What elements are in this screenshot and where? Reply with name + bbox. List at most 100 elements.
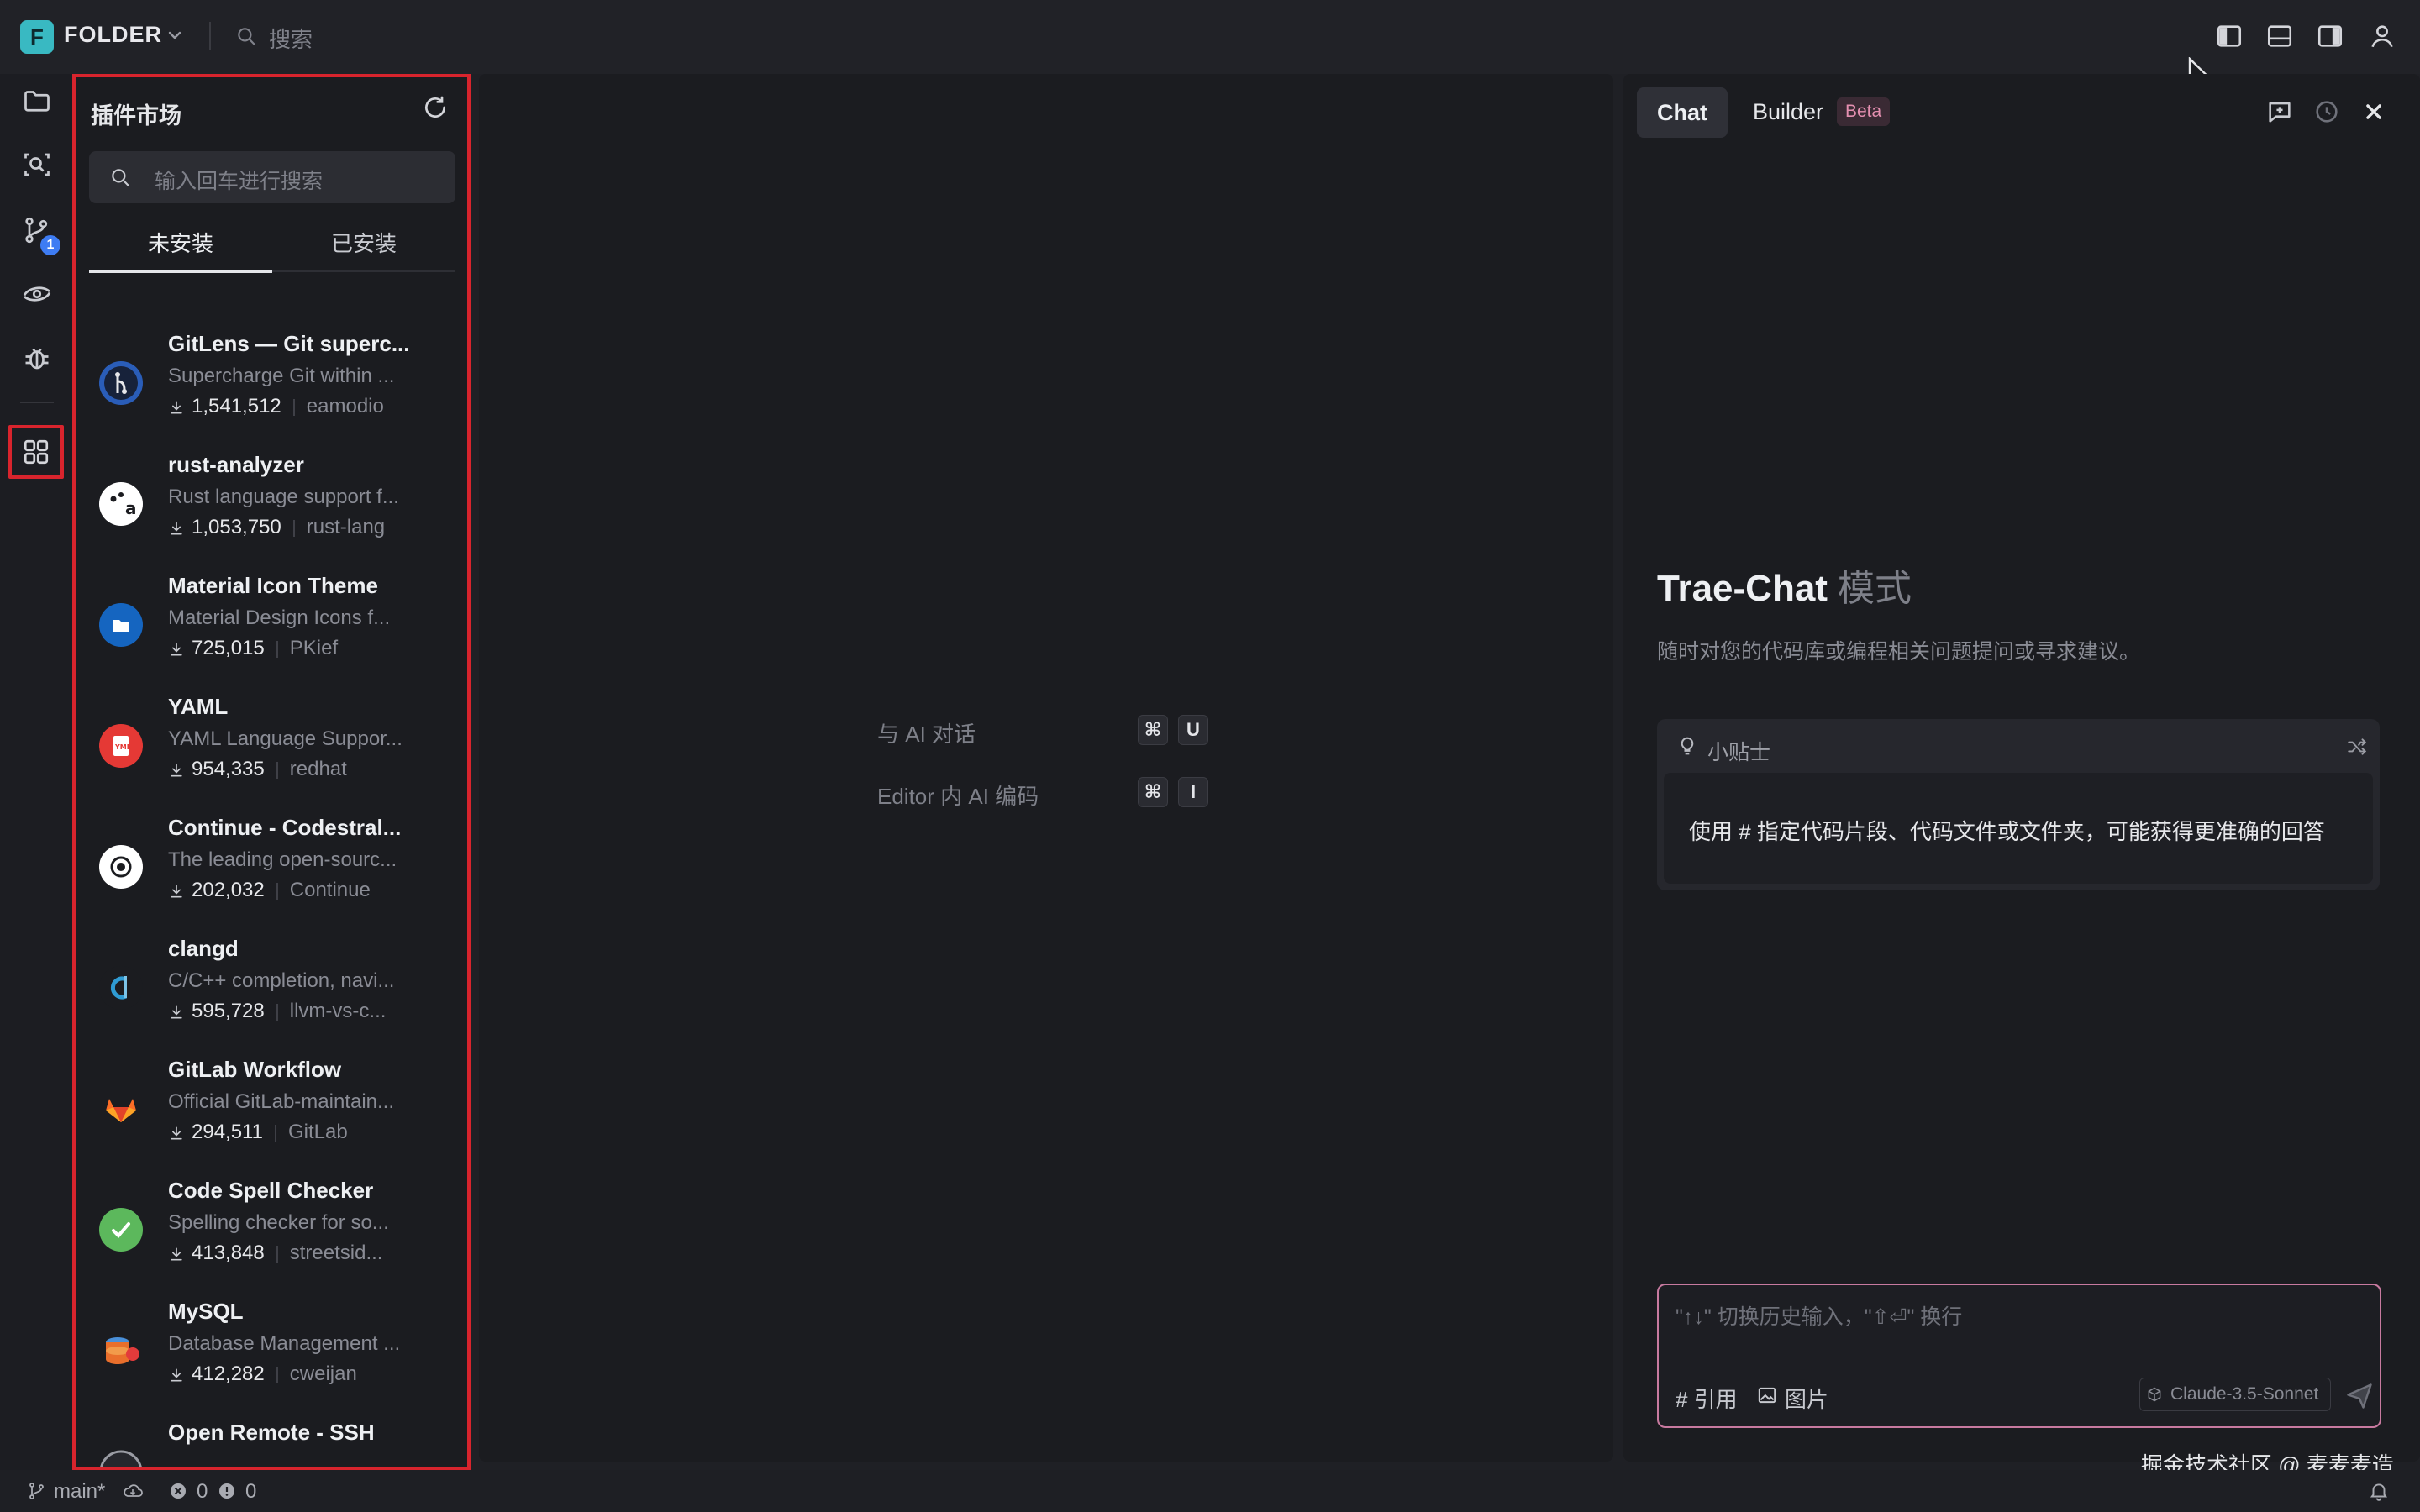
download-icon <box>171 764 182 777</box>
tab-builder[interactable]: Builder <box>1753 99 1823 125</box>
download-icon <box>171 643 182 656</box>
extension-item[interactable]: GitLens — Git superc... Supercharge Git w… <box>76 328 467 449</box>
tab-chat[interactable]: Chat <box>1637 87 1728 138</box>
shuffle-icon[interactable] <box>2346 736 2368 758</box>
remote-ssh-icon <box>99 1450 143 1467</box>
activity-search[interactable] <box>18 146 55 183</box>
gitlens-icon <box>99 361 143 405</box>
activity-debug[interactable] <box>18 339 55 376</box>
warning-count[interactable]: 0 <box>245 1480 256 1504</box>
extension-item[interactable]: a rust-analyzer Rust language support f...… <box>76 449 467 570</box>
extension-item[interactable]: Code Spell Checker Spelling checker for s… <box>76 1174 467 1295</box>
remote-eye-icon <box>23 286 51 302</box>
tips-body: 使用 # 指定代码片段、代码文件或文件夹，可能获得更准确的回答 <box>1664 773 2373 884</box>
refresh-icon[interactable] <box>422 94 449 121</box>
chevron-down-icon[interactable] <box>165 25 185 45</box>
new-chat-icon[interactable] <box>2265 97 2294 126</box>
material-folder-icon <box>99 603 143 647</box>
extension-meta: 202,032 Continue <box>168 879 371 902</box>
extension-name: GitLens — Git superc... <box>168 331 410 356</box>
extension-name: GitLab Workflow <box>168 1057 342 1082</box>
extension-item[interactable]: Open Remote - SSH <box>76 1416 467 1467</box>
error-icon[interactable] <box>168 1481 188 1501</box>
activity-extensions[interactable] <box>8 425 64 479</box>
branch-name[interactable]: main* <box>54 1480 105 1504</box>
bell-icon[interactable] <box>2368 1480 2390 1502</box>
extension-author: llvm-vs-c... <box>289 1000 387 1022</box>
workspace-logo[interactable]: F <box>20 20 54 54</box>
activity-explorer[interactable] <box>18 82 55 119</box>
download-icon <box>171 1247 182 1261</box>
model-selector[interactable]: Claude-3.5-Sonnet <box>2139 1378 2332 1411</box>
chat-input[interactable]: "↑↓" 切换历史输入，"⇧⏎" 换行 # 引用 图片 Claude-3.5-S… <box>1657 1284 2381 1428</box>
hint-chat-label: 与 AI 对话 <box>877 722 976 747</box>
search-scan-icon <box>24 153 50 176</box>
hint-chat-key-u: U <box>1178 715 1208 745</box>
bug-icon <box>25 348 49 370</box>
meta-divider <box>292 398 295 416</box>
download-count: 202,032 <box>192 879 265 901</box>
extension-name: Code Spell Checker <box>168 1178 374 1203</box>
gitlab-icon <box>99 1087 143 1131</box>
toggle-secondary-sidebar-icon[interactable] <box>2316 22 2344 50</box>
tab-active-indicator <box>89 270 272 273</box>
chat-title: Trae-Chat 模式 <box>1657 558 1912 612</box>
reference-button[interactable]: # 引用 <box>1676 1383 1738 1414</box>
workspace-name[interactable]: FOLDER <box>64 22 162 48</box>
search-icon <box>238 28 255 45</box>
meta-divider <box>276 640 278 658</box>
extension-author: redhat <box>289 758 347 780</box>
tab-installed[interactable]: 已安装 <box>272 227 455 277</box>
cloud-sync-icon[interactable] <box>121 1481 145 1501</box>
yaml-icon: YML <box>99 724 143 768</box>
download-icon <box>171 401 182 414</box>
hint-inline-key-i: I <box>1178 777 1208 807</box>
extension-search-input[interactable]: 输入回车进行搜索 <box>89 151 455 203</box>
extension-author: rust-lang <box>306 516 386 538</box>
account-icon[interactable] <box>2368 22 2396 50</box>
editor-area[interactable]: 与 AI 对话 ⌘ U Editor 内 AI 编码 ⌘ I <box>479 74 1613 1462</box>
extension-meta: 595,728 llvm-vs-c... <box>168 1000 386 1023</box>
extension-item[interactable]: YML YAML YAML Language Suppor... 954,335 red… <box>76 690 467 811</box>
extension-name: MySQL <box>168 1299 244 1324</box>
close-icon[interactable] <box>2360 97 2388 126</box>
global-search-input[interactable]: 搜索 <box>269 23 313 54</box>
search-placeholder: 输入回车进行搜索 <box>155 170 324 193</box>
tips-card: 小贴士 使用 # 指定代码片段、代码文件或文件夹，可能获得更准确的回答 <box>1657 719 2380 890</box>
error-count[interactable]: 0 <box>197 1480 208 1504</box>
download-count: 1,541,512 <box>192 395 281 417</box>
extension-item[interactable]: clangd C/C++ completion, navi... 595,728 ll… <box>76 932 467 1053</box>
send-icon[interactable] <box>2344 1381 2375 1411</box>
extension-item[interactable]: GitLab Workflow Official GitLab-maintain.… <box>76 1053 467 1174</box>
hint-inline-label: Editor 内 AI 编码 <box>877 784 1039 809</box>
toggle-panel-icon[interactable] <box>2265 22 2294 50</box>
activity-source-control[interactable]: 1 <box>18 212 60 255</box>
extension-item[interactable]: MySQL Database Management ... 412,282 cweij… <box>76 1295 467 1416</box>
hint-inline-key-cmd: ⌘ <box>1138 777 1168 807</box>
extension-meta: 1,053,750 rust-lang <box>168 516 385 539</box>
extension-description: C/C++ completion, navi... <box>168 969 395 992</box>
download-icon <box>171 1005 182 1019</box>
rust-analyzer-icon: a <box>99 482 143 526</box>
extension-description: YAML Language Suppor... <box>168 727 402 750</box>
activity-divider <box>20 402 54 403</box>
image-button[interactable]: 图片 <box>1785 1383 1828 1414</box>
clangd-icon <box>99 966 143 1010</box>
extension-author: GitLab <box>287 1121 348 1143</box>
extension-list[interactable]: GitLens — Git superc... Supercharge Git w… <box>76 312 467 1467</box>
meta-divider <box>276 1003 278 1021</box>
toggle-primary-sidebar-icon[interactable] <box>2215 22 2244 50</box>
warning-icon[interactable] <box>217 1481 237 1501</box>
branch-icon <box>29 1483 44 1499</box>
chat-title-main: Trae-Chat <box>1657 568 1828 609</box>
extension-item[interactable]: Material Icon Theme Material Design Icons… <box>76 570 467 690</box>
extension-item[interactable]: Continue - Codestral... The leading open-… <box>76 811 467 932</box>
extensions-grid-icon <box>24 439 49 465</box>
history-icon[interactable] <box>2312 97 2341 126</box>
chat-panel: Chat Builder Beta Trae-Chat 模式 随时对您的代码库或编… <box>1623 74 2420 1462</box>
extension-description: Official GitLab-maintain... <box>168 1090 395 1113</box>
activity-remote[interactable] <box>18 276 55 312</box>
image-icon[interactable] <box>1756 1384 1778 1406</box>
extension-author: eamodio <box>306 395 384 417</box>
chat-title-mode: 模式 <box>1837 568 1912 609</box>
